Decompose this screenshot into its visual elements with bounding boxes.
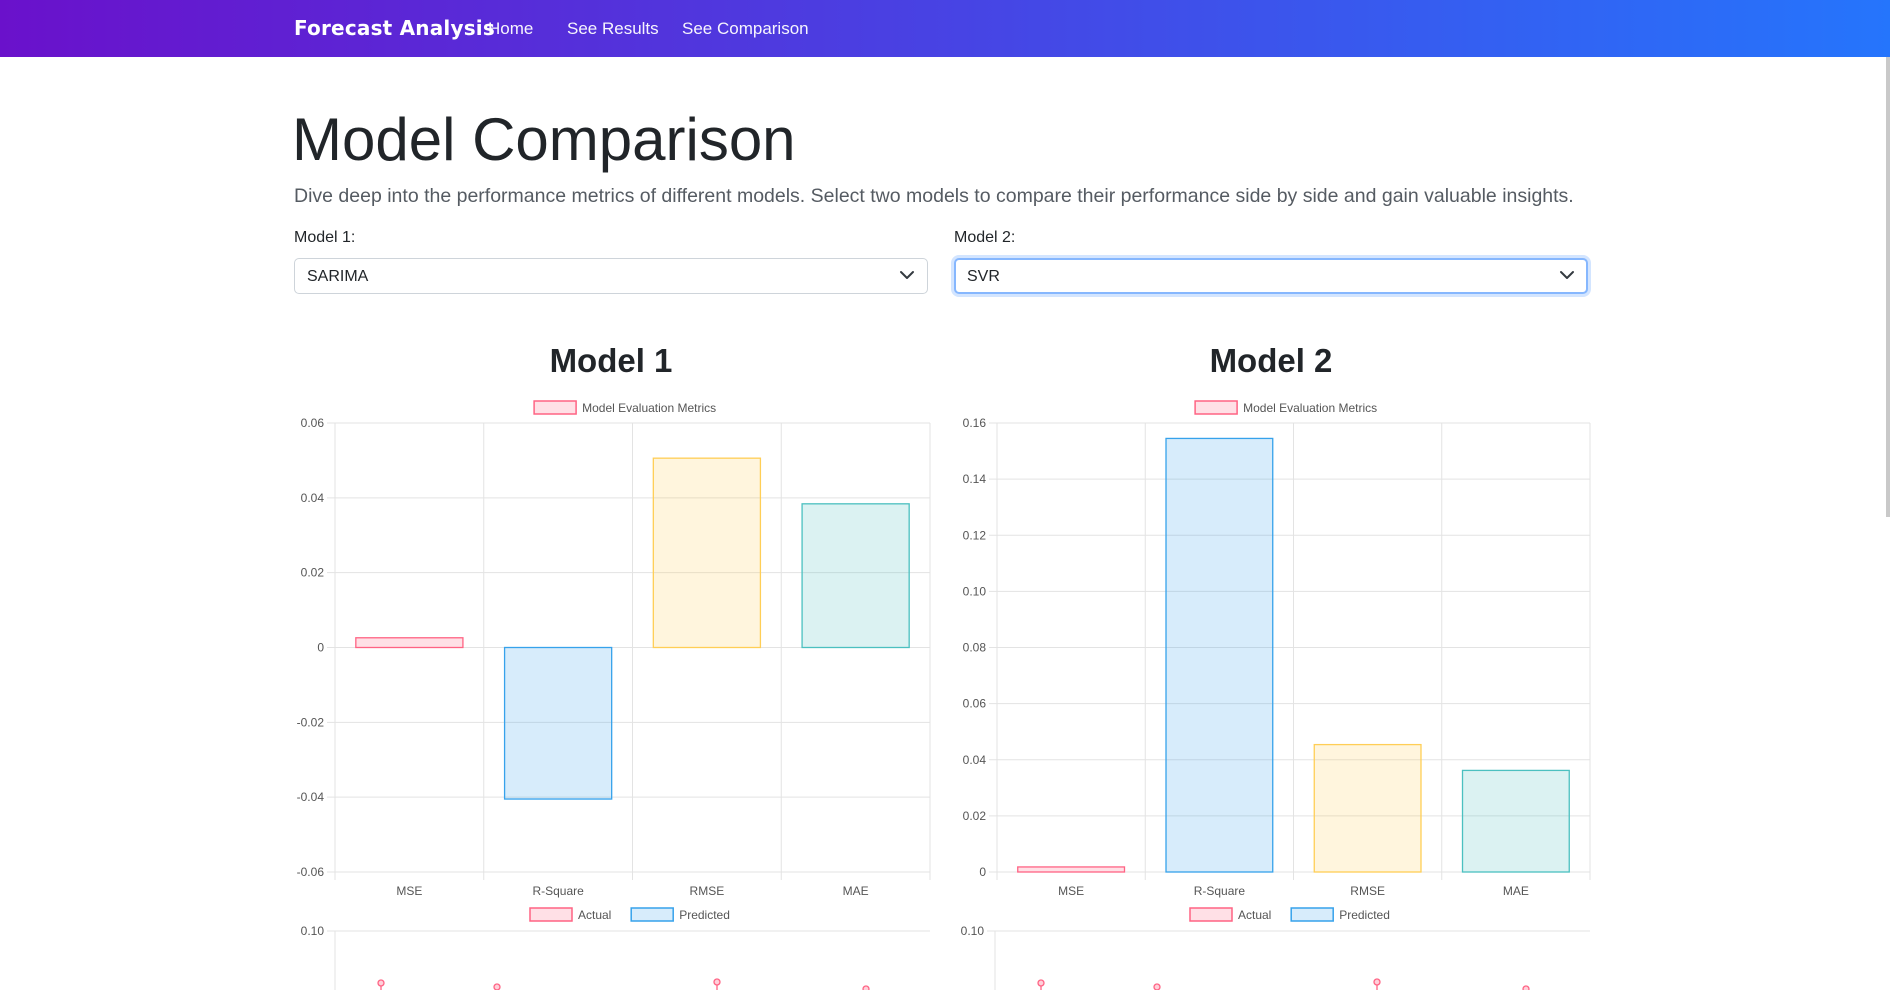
data-point <box>1037 979 1045 987</box>
y-tick-label: 0.14 <box>963 472 987 486</box>
page-scrollbar[interactable] <box>1886 57 1890 517</box>
model2-selected-value: SVR <box>967 268 1000 285</box>
y-tick-label: 0 <box>317 641 324 655</box>
y-tick-label: 0.06 <box>301 416 325 430</box>
x-tick-label: MAE <box>843 884 869 898</box>
y-tick-label: 0.02 <box>301 566 325 580</box>
model1-select[interactable]: SARIMA <box>294 258 928 294</box>
chevron-down-icon <box>1560 271 1574 279</box>
nav-link-see-results[interactable]: See Results <box>567 19 659 39</box>
y-tick-label: 0.02 <box>963 809 987 823</box>
metrics-bar-chart-model2: Model Evaluation Metrics 0.16 0.14 0.12 0.10… <box>963 400 1591 898</box>
bar-mae <box>801 503 910 649</box>
data-point <box>713 978 721 986</box>
legend-swatch <box>1189 907 1233 922</box>
legend-label: Predicted <box>1339 908 1390 922</box>
legend-label: Predicted <box>679 908 730 922</box>
navbar: Forecast Analysis Home See Results See C… <box>0 0 1890 57</box>
y-tick-label: -0.04 <box>297 790 325 804</box>
bar-r-square <box>503 646 613 800</box>
metrics-bar-chart-model1: Model Evaluation Metrics 0.06 0.04 0.02 0 -0.… <box>297 400 931 898</box>
bar-rmse <box>1313 743 1422 873</box>
y-tick-label: 0 <box>979 865 986 879</box>
y-tick-label: 0.06 <box>963 697 987 711</box>
y-tick-label: 0.08 <box>963 641 987 655</box>
bar-rmse <box>652 457 762 649</box>
actual-vs-predicted-chart-model2: Actual Predicted 0.10 <box>961 907 1590 990</box>
model1-selected-value: SARIMA <box>307 268 369 285</box>
y-tick-label: 0.04 <box>301 491 325 505</box>
data-point <box>862 985 870 990</box>
legend-label: Model Evaluation Metrics <box>1243 401 1377 415</box>
data-point <box>1153 983 1161 990</box>
x-tick-label: R-Square <box>532 884 584 898</box>
legend-label: Actual <box>578 908 611 922</box>
data-point <box>1373 978 1381 986</box>
y-tick-label: 0.12 <box>963 528 987 542</box>
model2-select[interactable]: SVR <box>954 258 1588 294</box>
nav-link-see-comparison[interactable]: See Comparison <box>682 19 809 39</box>
model2-label: Model 2: <box>954 229 1016 246</box>
model1-label: Model 1: <box>294 229 356 246</box>
legend-swatch <box>1290 907 1334 922</box>
x-tick-label: MSE <box>396 884 422 898</box>
y-tick-label: 0.10 <box>961 924 985 938</box>
y-tick-label: 0.10 <box>301 924 325 938</box>
x-tick-label: MAE <box>1503 884 1529 898</box>
page-title: Model Comparison <box>292 106 796 173</box>
data-point <box>1522 985 1530 990</box>
x-tick-label: R-Square <box>1194 884 1246 898</box>
page-description: Dive deep into the performance metrics o… <box>294 185 1574 207</box>
y-tick-label: 0.16 <box>963 416 987 430</box>
actual-vs-predicted-chart-model1: Actual Predicted 0.10 <box>301 907 930 990</box>
legend-swatch <box>1194 400 1238 415</box>
nav-link-home[interactable]: Home <box>488 19 533 39</box>
legend-swatch <box>529 907 573 922</box>
y-tick-label: -0.06 <box>297 865 325 879</box>
data-point <box>493 983 501 990</box>
legend-swatch <box>630 907 674 922</box>
x-tick-label: RMSE <box>690 884 725 898</box>
chart2-title: Model 2 <box>1209 342 1333 379</box>
bar-mae <box>1461 769 1570 873</box>
y-tick-label: -0.02 <box>297 715 325 729</box>
x-tick-label: RMSE <box>1350 884 1385 898</box>
bar-mse <box>1017 866 1126 873</box>
legend-swatch <box>533 400 577 415</box>
navbar-brand[interactable]: Forecast Analysis <box>294 16 495 40</box>
legend-label: Actual <box>1238 908 1271 922</box>
bar-mse <box>355 637 464 649</box>
legend-label: Model Evaluation Metrics <box>582 401 716 415</box>
x-tick-label: MSE <box>1058 884 1084 898</box>
bar-r-square <box>1165 437 1274 873</box>
chevron-down-icon <box>900 271 914 279</box>
y-tick-label: 0.10 <box>963 584 987 598</box>
data-point <box>377 979 385 987</box>
y-tick-label: 0.04 <box>963 753 987 767</box>
chart1-title: Model 1 <box>549 342 673 379</box>
